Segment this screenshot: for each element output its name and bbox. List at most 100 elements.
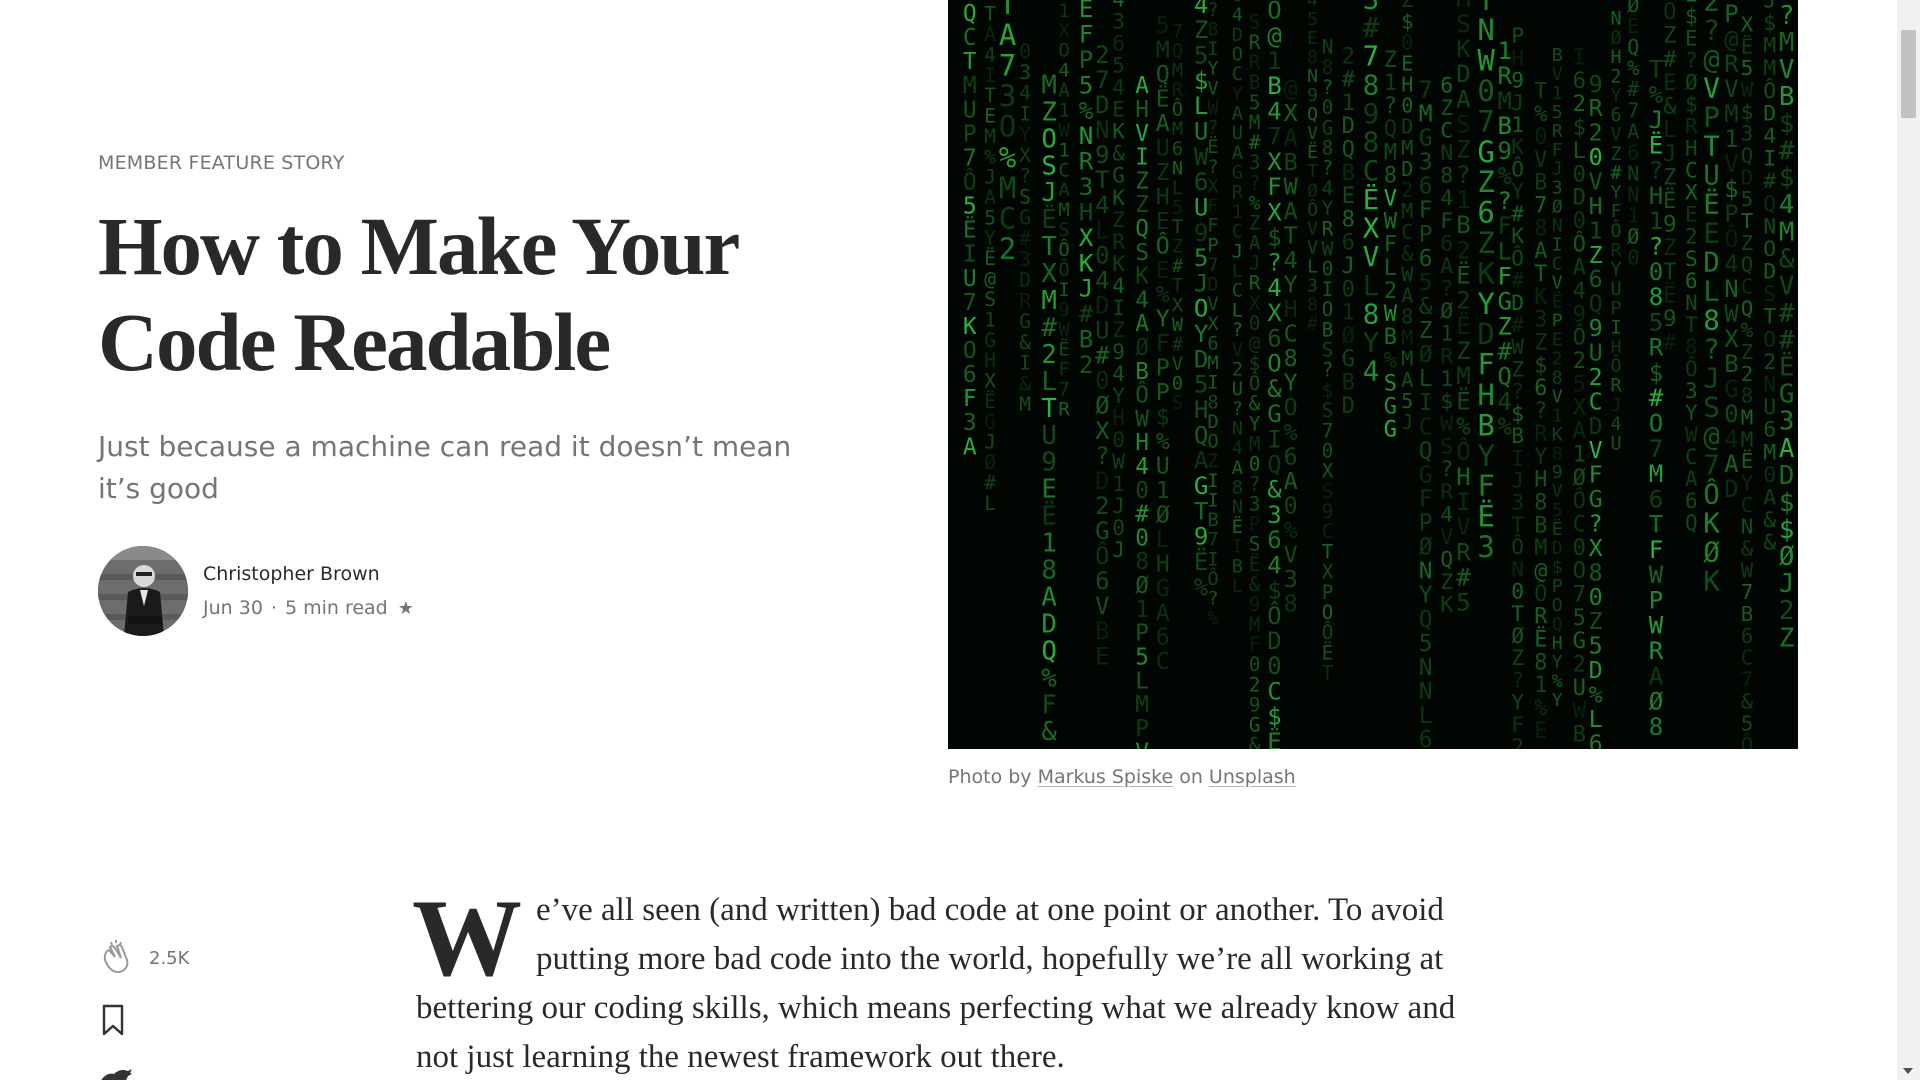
matrix-glyph: W [1172,315,1184,336]
matrix-glyph: Ë [1307,142,1318,163]
matrix-glyph: T [1095,166,1109,194]
matrix-glyph: G [1095,517,1109,545]
matrix-glyph: 2 [1685,225,1698,249]
matrix-glyph: W [1207,98,1219,119]
matrix-glyph: Ë [1232,515,1243,538]
post-date[interactable]: Jun 30 [203,597,263,619]
matrix-glyph: A [1135,311,1149,337]
matrix-glyph: Ô [1611,220,1622,242]
matrix-glyph: ? [1232,399,1243,420]
matrix-glyph: $ [1779,163,1795,193]
matrix-glyph: # [1172,334,1184,355]
matrix-glyph: 1 [1573,441,1586,467]
matrix-glyph: 5 [1172,198,1183,219]
matrix-glyph: Z [1194,16,1209,44]
matrix-glyph: X [1095,417,1110,445]
matrix-glyph: 8 [1534,491,1547,516]
matrix-glyph: & [1267,476,1282,504]
matrix-glyph: 8 [1534,216,1547,241]
unsplash-link[interactable]: Unsplash [1209,766,1296,788]
matrix-glyph: Q [1419,438,1433,464]
matrix-glyph: 1 [1498,37,1512,65]
matrix-glyph: E [1534,719,1547,744]
matrix-glyph: B [1342,370,1355,396]
matrix-glyph: Q [1440,548,1453,573]
matrix-glyph: # [1779,299,1795,329]
matrix-glyph: & [1249,734,1261,750]
matrix-glyph: Q [963,1,977,27]
matrix-glyph: 7 [1095,66,1109,94]
avatar[interactable] [98,546,188,636]
matrix-glyph: K [1456,35,1471,63]
matrix-glyph: A [1534,239,1547,264]
matrix-glyph: 2 [1079,351,1094,379]
matrix-glyph: Ø [1649,688,1664,716]
matrix-glyph: Ô [1058,257,1069,281]
matrix-glyph: C [1232,222,1243,243]
matrix-glyph: U [1611,279,1622,300]
matrix-glyph: H [1135,430,1149,456]
matrix-glyph: U [1156,453,1170,480]
matrix-glyph: Ô [1703,477,1720,511]
matrix-glyph: G [1589,486,1603,513]
matrix-glyph: S [1384,371,1397,396]
matrix-glyph: Q [1342,137,1355,163]
matrix-glyph: D [1019,269,1031,292]
matrix-glyph: L [1041,367,1056,397]
twitter-icon[interactable] [98,1068,132,1080]
matrix-glyph: Y [1741,471,1754,495]
matrix-glyph: Z [1207,451,1218,472]
matrix-glyph: # [1611,163,1623,184]
clap-icon[interactable] [98,938,134,979]
page-scrollbar[interactable] [1897,0,1920,1080]
photographer-link[interactable]: Markus Spiske [1038,766,1174,788]
matrix-glyph: V [1552,273,1563,294]
matrix-glyph: A [1456,85,1471,113]
matrix-glyph: V [1456,513,1470,541]
matrix-glyph: ? [1267,249,1281,277]
scroll-down-arrow-icon[interactable] [1903,1068,1913,1074]
matrix-glyph: 4 [1611,414,1622,435]
matrix-glyph: 2 [1589,120,1603,147]
matrix-glyph: L [1135,668,1149,694]
matrix-glyph: F [1589,462,1603,489]
matrix-glyph: 6 [1649,485,1664,513]
matrix-glyph: 6 [1477,196,1494,230]
scrollbar-thumb[interactable] [1901,30,1916,118]
matrix-glyph: Z [1384,48,1397,73]
matrix-glyph: R [1019,289,1031,312]
matrix-glyph: M [1058,199,1069,221]
matrix-glyph: R [1172,80,1184,101]
matrix-glyph: H [1194,396,1209,424]
matrix-glyph: Y [1112,384,1125,408]
matrix-glyph: M [999,171,1017,205]
matrix-glyph: X [1041,259,1057,289]
matrix-glyph: M [1156,37,1170,64]
matrix-glyph: Z [1534,331,1547,356]
matrix-glyph: 7 [1573,582,1586,608]
author-name[interactable]: Christopher Brown [203,563,414,585]
matrix-glyph: G [1384,395,1397,420]
bookmark-icon[interactable] [98,1003,189,1042]
matrix-glyph: Ô [1573,323,1586,351]
matrix-glyph: Z [1135,168,1149,194]
matrix-glyph: A [1041,583,1056,613]
matrix-glyph: A [1156,110,1170,137]
matrix-glyph: X [1207,314,1219,335]
matrix-glyph: F [1477,469,1494,503]
matrix-glyph: 8 [1552,367,1563,388]
matrix-glyph: 3 [1079,173,1094,201]
matrix-glyph: O [1663,0,1677,25]
matrix-glyph: 6 [1267,526,1281,554]
matrix-glyph: ? [1440,277,1453,302]
matrix-glyph: 6 [1172,139,1183,160]
clap-count[interactable]: 2.5K [149,948,189,969]
matrix-glyph: R [1440,480,1453,505]
matrix-glyph: D [1724,475,1738,503]
matrix-glyph: & [1019,372,1031,395]
matrix-glyph: 3 [1267,501,1281,529]
matrix-glyph: Y [1477,439,1494,473]
matrix-glyph: 0 [1649,258,1664,286]
matrix-glyph: X [1079,224,1094,252]
matrix-glyph: F [1041,690,1056,720]
